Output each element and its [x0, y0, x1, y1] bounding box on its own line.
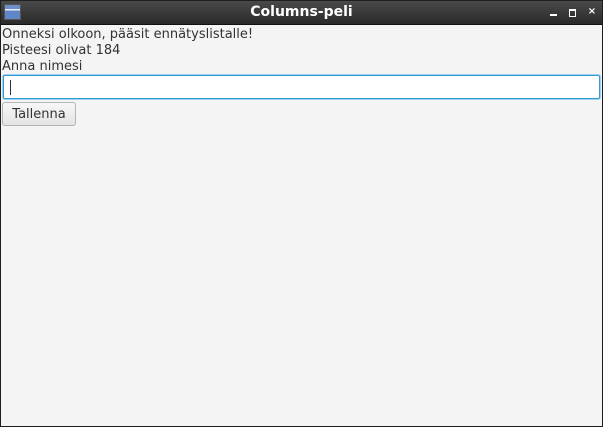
- maximize-icon[interactable]: [566, 5, 580, 19]
- name-input[interactable]: [3, 75, 600, 99]
- text-caret: [10, 80, 11, 95]
- close-icon[interactable]: ×: [585, 5, 599, 19]
- minimize-icon[interactable]: [547, 5, 561, 19]
- dialog-content: Onneksi olkoon, pääsit ennätyslistalle! …: [1, 25, 602, 426]
- score-text: Pisteesi olivat 184: [2, 43, 121, 58]
- window-title: Columns-peli: [250, 4, 353, 20]
- app-window: Columns-peli × Onneksi olkoon, pääsit en…: [0, 0, 603, 427]
- name-prompt-label: Anna nimesi: [2, 59, 83, 74]
- save-button[interactable]: Tallenna: [2, 102, 76, 126]
- title-bar[interactable]: Columns-peli ×: [1, 1, 602, 25]
- congratulations-text: Onneksi olkoon, pääsit ennätyslistalle!: [2, 27, 254, 42]
